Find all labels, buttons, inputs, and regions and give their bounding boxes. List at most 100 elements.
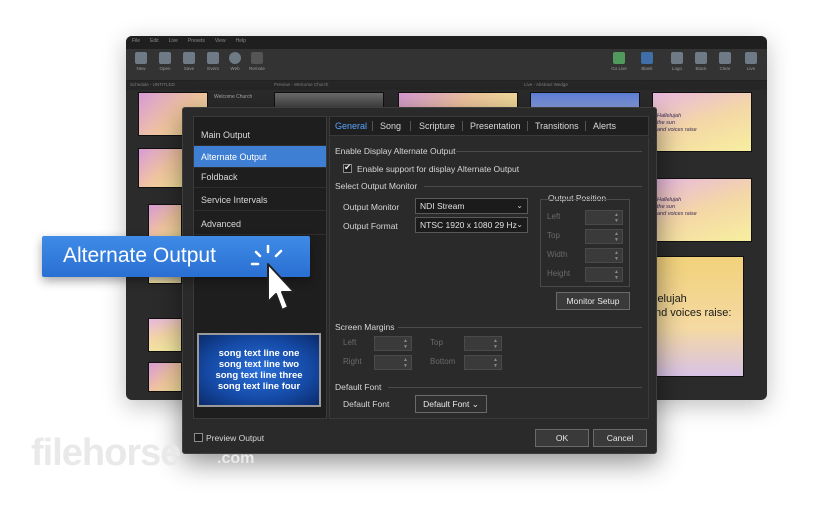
position-width-spinner[interactable]: ▲ ▼ (585, 248, 623, 263)
position-height-spinner[interactable]: ▲ ▼ (585, 267, 623, 282)
monitor-setup-button[interactable]: Monitor Setup (556, 292, 630, 310)
menu-edit[interactable]: Edit (150, 38, 159, 47)
live-icon (745, 52, 757, 64)
cancel-button[interactable]: Cancel (593, 429, 647, 447)
remote-icon (251, 52, 263, 64)
menu-file[interactable]: File (132, 38, 140, 47)
live-lyric-line-1: lelujah (655, 293, 687, 305)
open-icon (159, 52, 171, 64)
tab-general[interactable]: General (335, 117, 367, 135)
nav-service-intervals[interactable]: Service Intervals (194, 189, 326, 211)
position-height-label: Height (547, 269, 571, 278)
menu-help[interactable]: Help (236, 38, 246, 47)
section-select-monitor: Select Output Monitor (335, 181, 418, 191)
settings-tabs: General Song Scripture Presentation Tran… (329, 116, 649, 136)
nav-main-output[interactable]: Main Output (194, 124, 326, 146)
nav-alternate-output[interactable]: Alternate Output (194, 146, 326, 168)
tab-separator (462, 121, 463, 131)
margin-left-spinner[interactable]: ▲ ▼ (374, 336, 412, 351)
toolbar-open-button[interactable]: Open (154, 52, 176, 71)
watermark-tld: .com (217, 450, 255, 467)
globe-icon (229, 52, 241, 64)
live-thumbnail[interactable]: Hallelujah the sun and voices raise (652, 92, 752, 152)
tab-alerts[interactable]: Alerts (593, 117, 616, 135)
black-icon (695, 52, 707, 64)
output-monitor-label: Output Monitor (343, 202, 400, 212)
schedule-item-label: Welcome Church (214, 94, 253, 100)
margin-right-label: Right (343, 357, 362, 366)
menu-live[interactable]: Live (169, 38, 178, 47)
tab-separator (372, 121, 373, 131)
margin-top-spinner[interactable]: ▲ ▼ (464, 336, 502, 351)
toolbar-event-button[interactable]: Event (202, 52, 224, 71)
callout-label: Alternate Output (63, 244, 216, 267)
toolbar-blank-button[interactable]: Blank (636, 52, 658, 71)
toolbar-logo-button[interactable]: Logo (666, 52, 688, 71)
arrow-down-icon: ▼ (614, 275, 619, 281)
output-monitor-select[interactable]: NDI Stream ⌄ (415, 198, 528, 214)
margin-right-spinner[interactable]: ▲ ▼ (374, 355, 412, 370)
default-font-value: Default Font (423, 399, 472, 409)
schedule-thumbnail[interactable] (148, 318, 182, 352)
background-panel-headers: Schedule - UNTITLED Preview - Welcome Ch… (126, 81, 767, 90)
arrow-down-icon: ▼ (614, 218, 619, 224)
output-monitor-value: NDI Stream (420, 201, 465, 211)
background-toolbar: New Open Save Event Web Remote Go Live B… (126, 49, 767, 81)
menu-presets[interactable]: Presets (188, 38, 205, 47)
enable-alternate-label: Enable support for display Alternate Out… (357, 164, 520, 174)
toolbar-golive-button[interactable]: Go Live (608, 52, 630, 71)
menu-view[interactable]: View (215, 38, 226, 47)
position-width-label: Width (547, 250, 568, 259)
ok-button[interactable]: OK (535, 429, 589, 447)
event-icon (207, 52, 219, 64)
preview-line: song text line two (218, 359, 300, 370)
nav-foldback[interactable]: Foldback (194, 166, 326, 188)
watermark-text: filehorse (31, 432, 181, 474)
toolbar-live-button[interactable]: Live (740, 52, 762, 71)
position-top-spinner[interactable]: ▲ ▼ (585, 229, 623, 244)
section-divider (456, 151, 642, 152)
tab-scripture[interactable]: Scripture (419, 117, 455, 135)
output-format-select[interactable]: NTSC 1920 x 1080 29 Hz ⌄ (415, 217, 528, 233)
toolbar-save-button[interactable]: Save (178, 52, 200, 71)
tab-presentation[interactable]: Presentation (470, 117, 521, 135)
section-screen-margins: Screen Margins (335, 322, 395, 332)
preview-line: song text line three (215, 370, 303, 381)
position-left-spinner[interactable]: ▲ ▼ (585, 210, 623, 225)
enable-alternate-checkbox[interactable]: ✔ (343, 162, 352, 173)
arrow-down-icon: ▼ (403, 344, 408, 350)
margin-bottom-spinner[interactable]: ▲ ▼ (464, 355, 502, 370)
tab-separator (527, 121, 528, 131)
default-font-button[interactable]: Default Font ⌄ (415, 395, 487, 413)
preview-line: song text line four (217, 381, 301, 392)
checkmark-icon: ✔ (344, 162, 352, 172)
output-position-group: Left ▲ ▼ Top ▲ ▼ Width ▲ ▼ Height ▲ ▼ (540, 199, 630, 287)
live-output-slide[interactable]: lelujah nd voices raise: (652, 256, 744, 377)
general-tab-content: Enable Display Alternate Output ✔ Enable… (329, 137, 649, 419)
go-live-icon (613, 52, 625, 64)
logo-icon (671, 52, 683, 64)
toolbar-clear-button[interactable]: Clear (714, 52, 736, 71)
chevron-down-icon: ⌄ (516, 201, 523, 210)
tab-song[interactable]: Song (380, 117, 401, 135)
blank-icon (641, 52, 653, 64)
position-top-label: Top (547, 231, 560, 240)
toolbar-remote-button[interactable]: Remote (246, 52, 268, 71)
arrow-down-icon: ▼ (493, 344, 498, 350)
toolbar-black-button[interactable]: Black (690, 52, 712, 71)
schedule-thumbnail[interactable] (148, 204, 182, 240)
arrow-down-icon: ▼ (403, 363, 408, 369)
toolbar-web-button[interactable]: Web (224, 52, 246, 71)
live-thumbnail[interactable]: Hallelujah the sun and voices raise (652, 178, 752, 242)
tab-separator (585, 121, 586, 131)
new-icon (135, 52, 147, 64)
schedule-panel-title: Schedule - UNTITLED (130, 82, 175, 87)
chevron-down-icon: ⌄ (516, 220, 523, 229)
schedule-thumbnail[interactable] (138, 148, 184, 188)
toolbar-new-button[interactable]: New (130, 52, 152, 71)
schedule-thumbnail[interactable] (148, 362, 182, 392)
tab-transitions[interactable]: Transitions (535, 117, 579, 135)
tab-separator (410, 121, 411, 131)
nav-advanced[interactable]: Advanced (194, 213, 326, 235)
filehorse-watermark: filehorse .com (31, 432, 255, 476)
